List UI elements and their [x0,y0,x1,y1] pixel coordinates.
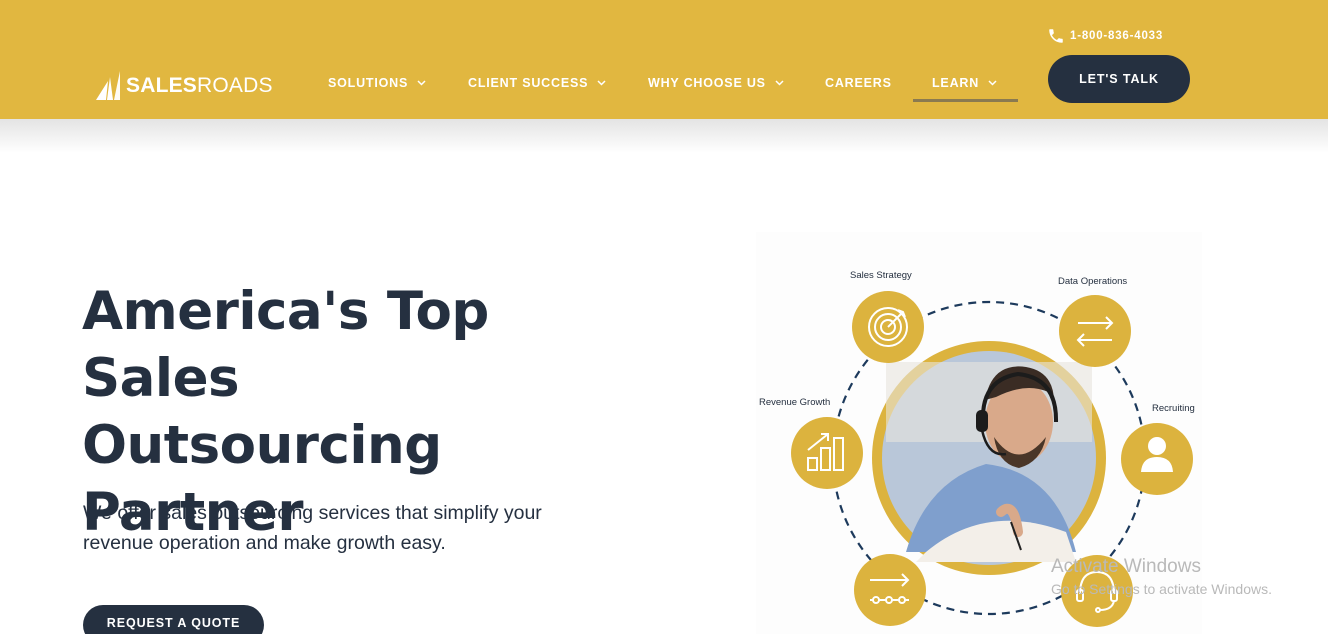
node-data-operations [1059,295,1131,367]
logo-wordmark: SALESROADS [126,73,273,97]
nav-why-choose-us-label: WHY CHOOSE US [648,76,766,90]
watermark-title: Activate Windows [1051,556,1201,577]
hero-subtitle-line: revenue operation and make growth easy. [83,532,446,554]
phone-number: 1-800-836-4033 [1070,30,1164,42]
nav-careers-label: CAREERS [825,76,892,90]
nav-learn[interactable]: LEARN [932,76,997,90]
node-process-flow [854,554,926,626]
nav-client-success-label: CLIENT SUCCESS [468,76,589,90]
windows-activation-watermark: Activate Windows Go to Settings to activ… [1051,556,1272,597]
salesroads-logo[interactable]: SALESROADS [94,68,273,102]
hero-subtitle: We offer sales outsourcing services that… [83,498,603,558]
request-quote-button[interactable]: REQUEST A QUOTE [83,605,264,634]
nav-active-underline [913,99,1018,102]
nav-client-success[interactable]: CLIENT SUCCESS [468,76,606,90]
nav-learn-label: LEARN [932,76,980,90]
watermark-subtitle: Go to Settings to activate Windows. [1051,581,1272,597]
label-recruiting: Recruiting [1152,403,1195,414]
header-shadow [0,119,1328,153]
hero-title-line: America's Top Sales [82,281,489,409]
chevron-down-icon [775,80,784,86]
node-revenue-growth [791,417,863,489]
label-sales-strategy: Sales Strategy [850,270,912,281]
nav-why-choose-us[interactable]: WHY CHOOSE US [648,76,784,90]
lets-talk-button[interactable]: LET'S TALK [1048,55,1190,103]
nav-solutions-label: SOLUTIONS [328,76,409,90]
target-icon [868,307,908,347]
hero-subtitle-line: We offer sales outsourcing services that… [83,502,542,524]
chevron-down-icon [597,80,606,86]
sail-logo-icon [96,71,120,100]
label-data-operations: Data Operations [1058,276,1128,287]
label-revenue-growth: Revenue Growth [759,397,831,408]
phone-link[interactable]: 1-800-836-4033 [1047,27,1163,45]
phone-icon [1049,29,1063,43]
hero-title-line: Outsourcing [82,415,442,476]
chevron-down-icon [988,80,997,86]
nav-careers[interactable]: CAREERS [825,76,892,90]
nav-solutions[interactable]: SOLUTIONS [328,76,426,90]
chevron-down-icon [417,80,426,86]
